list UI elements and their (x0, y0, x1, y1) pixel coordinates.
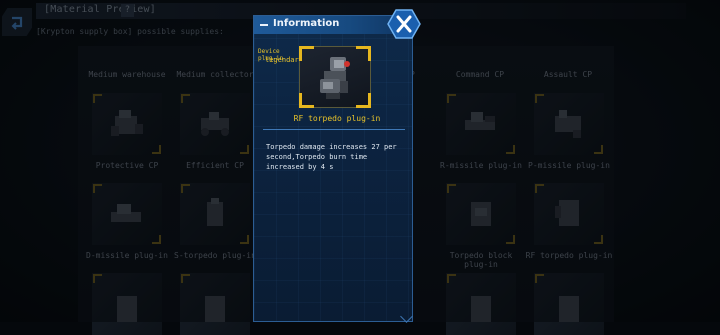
information-title: Information (273, 18, 340, 29)
panel-divider (263, 129, 405, 130)
item-description: Torpedo damage increases 27 per second,T… (266, 143, 397, 171)
close-button[interactable] (387, 8, 421, 40)
rf-torpedo-plugin-icon (320, 57, 350, 99)
header-dash-icon (260, 24, 268, 26)
item-name: RF torpedo plug-in (293, 114, 381, 123)
item-preview-frame (299, 46, 371, 108)
item-rarity-label: legendary (265, 56, 303, 64)
close-x-icon (387, 9, 421, 39)
